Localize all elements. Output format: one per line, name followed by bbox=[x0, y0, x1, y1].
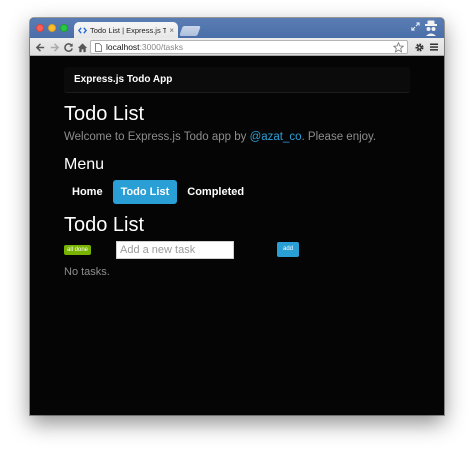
back-button[interactable] bbox=[34, 41, 46, 53]
page-icon bbox=[95, 42, 102, 52]
minimize-window-button[interactable] bbox=[48, 24, 56, 32]
bookmark-star-icon[interactable] bbox=[393, 42, 404, 53]
browser-window: Todo List | Express.js Todo App × bbox=[30, 18, 444, 415]
home-icon bbox=[77, 42, 87, 52]
new-task-input[interactable] bbox=[116, 241, 234, 259]
browser-tab[interactable]: Todo List | Express.js Todo App × bbox=[74, 22, 178, 39]
fullscreen-icon[interactable] bbox=[411, 22, 420, 31]
new-tab-button[interactable] bbox=[179, 26, 201, 36]
extension-button[interactable] bbox=[413, 41, 425, 53]
incognito-profile-icon[interactable] bbox=[424, 20, 438, 36]
tab-strip: Todo List | Express.js Todo App × bbox=[30, 18, 444, 39]
tab-close-icon[interactable]: × bbox=[169, 26, 174, 35]
reload-button[interactable] bbox=[62, 41, 74, 53]
browser-toolbar: localhost:3000/tasks bbox=[30, 38, 444, 56]
code-icon bbox=[78, 27, 87, 34]
page-title: Todo List bbox=[64, 103, 145, 125]
menu-nav: Home Todo List Completed bbox=[64, 180, 252, 204]
todo-list-heading: Todo List bbox=[64, 214, 145, 236]
menu-button[interactable] bbox=[428, 41, 440, 53]
reload-icon bbox=[63, 42, 73, 52]
home-button[interactable] bbox=[76, 41, 88, 53]
menu-item-todo-list[interactable]: Todo List bbox=[112, 180, 178, 204]
add-task-button[interactable]: add bbox=[277, 242, 299, 257]
welcome-message: Welcome to Express.js Todo app by @azat_… bbox=[64, 131, 377, 143]
zoom-window-button[interactable] bbox=[60, 24, 68, 32]
all-done-button[interactable]: all done bbox=[64, 245, 92, 255]
forward-button[interactable] bbox=[48, 41, 60, 53]
menu-item-completed[interactable]: Completed bbox=[179, 180, 252, 204]
address-bar[interactable]: localhost:3000/tasks bbox=[90, 40, 408, 54]
menu-item-home[interactable]: Home bbox=[64, 180, 111, 204]
tab-title: Todo List | Express.js Todo App bbox=[90, 26, 167, 35]
navbar-brand[interactable]: Express.js Todo App bbox=[74, 74, 172, 85]
url-text: localhost:3000/tasks bbox=[106, 42, 184, 52]
empty-tasks-message: No tasks. bbox=[64, 266, 110, 278]
arrow-right-icon bbox=[50, 42, 59, 52]
menu-heading: Menu bbox=[64, 156, 105, 173]
app-navbar: Express.js Todo App bbox=[64, 67, 410, 93]
hamburger-icon bbox=[430, 43, 438, 51]
arrow-left-icon bbox=[35, 42, 44, 52]
close-window-button[interactable] bbox=[36, 24, 44, 32]
page-content: Express.js Todo App Todo List Welcome to… bbox=[30, 57, 444, 415]
gear-icon bbox=[414, 42, 424, 52]
author-link[interactable]: @azat_co bbox=[250, 131, 302, 143]
